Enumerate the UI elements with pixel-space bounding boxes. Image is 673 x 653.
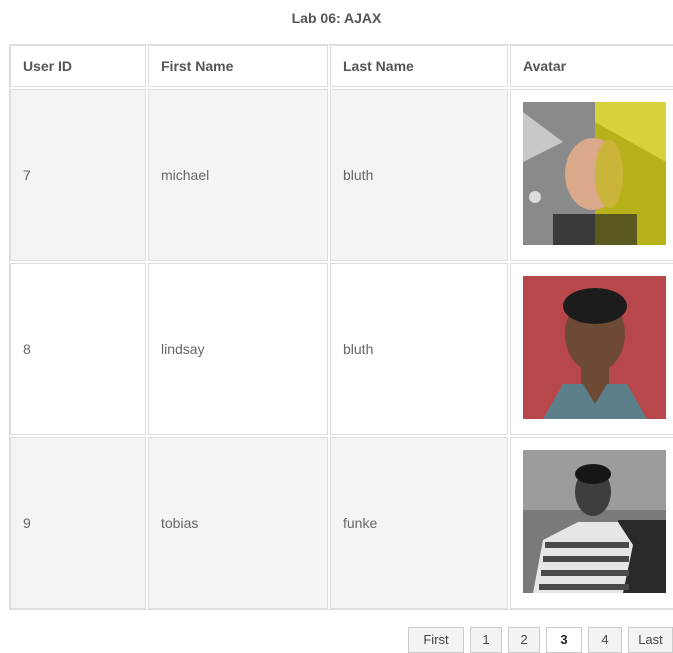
- table-cell-avatar: [510, 437, 673, 609]
- column-header-avatar: Avatar: [510, 45, 673, 87]
- column-header-last-name: Last Name: [330, 45, 508, 87]
- avatar: [523, 102, 666, 245]
- table-cell-user-id: 8: [10, 263, 146, 435]
- table-cell-first-name: lindsay: [148, 263, 328, 435]
- page-title: Lab 06: AJAX: [291, 10, 382, 26]
- table-cell-first-name: tobias: [148, 437, 328, 609]
- pagination-page-1-button[interactable]: 1: [470, 627, 502, 653]
- table-cell-last-name: bluth: [330, 89, 508, 261]
- table-cell-user-id: 7: [10, 89, 146, 261]
- pagination-last-button[interactable]: Last: [628, 627, 673, 653]
- avatar: [523, 276, 666, 419]
- pagination-page-2-button[interactable]: 2: [508, 627, 540, 653]
- table-cell-first-name: michael: [148, 89, 328, 261]
- pagination-page-4-button[interactable]: 4: [588, 627, 622, 653]
- column-header-user-id: User ID: [10, 45, 146, 87]
- pagination-first-button[interactable]: First: [408, 627, 464, 653]
- table-cell-avatar: [510, 263, 673, 435]
- pagination-page-3-button[interactable]: 3: [546, 627, 582, 653]
- table-cell-avatar: [510, 89, 673, 261]
- avatar: [523, 450, 666, 593]
- table-cell-last-name: funke: [330, 437, 508, 609]
- column-header-first-name: First Name: [148, 45, 328, 87]
- table-cell-last-name: bluth: [330, 263, 508, 435]
- table-cell-user-id: 9: [10, 437, 146, 609]
